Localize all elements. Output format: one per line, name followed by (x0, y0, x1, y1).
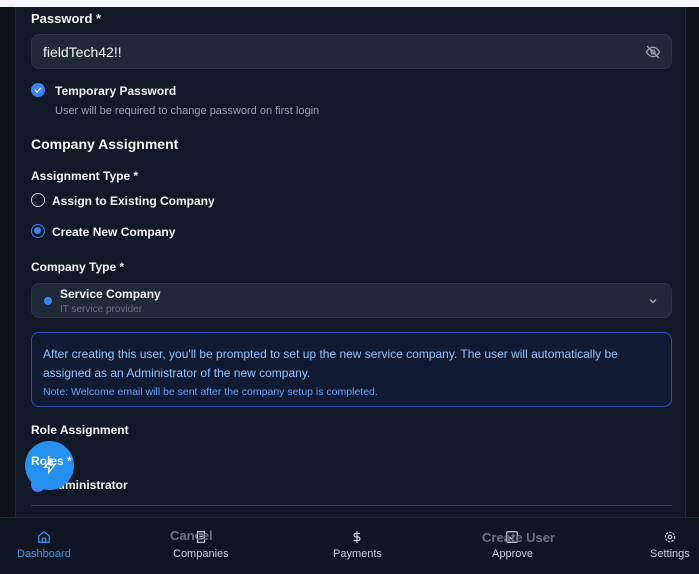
create-user-label[interactable]: Create User (482, 530, 555, 545)
browser-top-strip (0, 0, 699, 7)
temporary-password-checkbox[interactable] (31, 83, 45, 97)
nav-label: Payments (333, 548, 382, 560)
nav-label: Dashboard (17, 548, 71, 560)
assign-existing-radio[interactable] (31, 193, 45, 207)
password-value: fieldTech42!! (43, 44, 122, 60)
bottom-nav: Dashboard Companies Payments Approve Set… (0, 517, 699, 574)
assignment-type-label: Assignment Type * (31, 169, 139, 183)
nav-label: Settings (650, 548, 690, 560)
temporary-password-label: Temporary Password (55, 84, 177, 98)
cancel-button[interactable]: Cancel (170, 528, 213, 543)
company-type-select[interactable]: Service Company IT service provider (31, 283, 672, 318)
info-note: Note: Welcome email will be sent after t… (43, 386, 378, 398)
password-input[interactable]: fieldTech42!! (31, 34, 672, 69)
nav-label: Companies (173, 548, 229, 560)
temporary-password-hint: User will be required to change password… (55, 105, 320, 117)
create-user-modal: Password * fieldTech42!! Temporary Passw… (15, 7, 686, 574)
company-type-label: Company Type * (31, 260, 125, 274)
company-type-value: Service Company (60, 287, 161, 301)
company-assignment-heading: Company Assignment (31, 136, 179, 152)
eye-off-icon[interactable] (645, 44, 661, 60)
create-new-radio[interactable] (31, 224, 45, 238)
nav-payments[interactable]: Payments (333, 530, 382, 560)
company-type-desc: IT service provider (60, 304, 143, 315)
info-text: After creating this user, you'll be prom… (43, 347, 618, 380)
info-box: After creating this user, you'll be prom… (31, 332, 672, 407)
home-icon (38, 531, 50, 543)
backdrop (0, 7, 15, 574)
password-label: Password * (31, 11, 102, 26)
nav-dashboard[interactable]: Dashboard (17, 530, 71, 560)
create-new-label[interactable]: Create New Company (52, 225, 175, 239)
nav-settings[interactable]: Settings (650, 530, 690, 560)
nav-label: Approve (492, 548, 533, 560)
gear-icon (664, 531, 676, 543)
chevron-down-icon (649, 298, 657, 304)
assign-existing-label[interactable]: Assign to Existing Company (52, 194, 215, 208)
backdrop (686, 7, 699, 574)
company-type-dot (44, 297, 52, 305)
divider (31, 505, 672, 506)
dollar-icon (353, 531, 361, 543)
role-assignment-heading: Role Assignment (31, 423, 129, 437)
roles-label: Roles * (31, 454, 72, 468)
